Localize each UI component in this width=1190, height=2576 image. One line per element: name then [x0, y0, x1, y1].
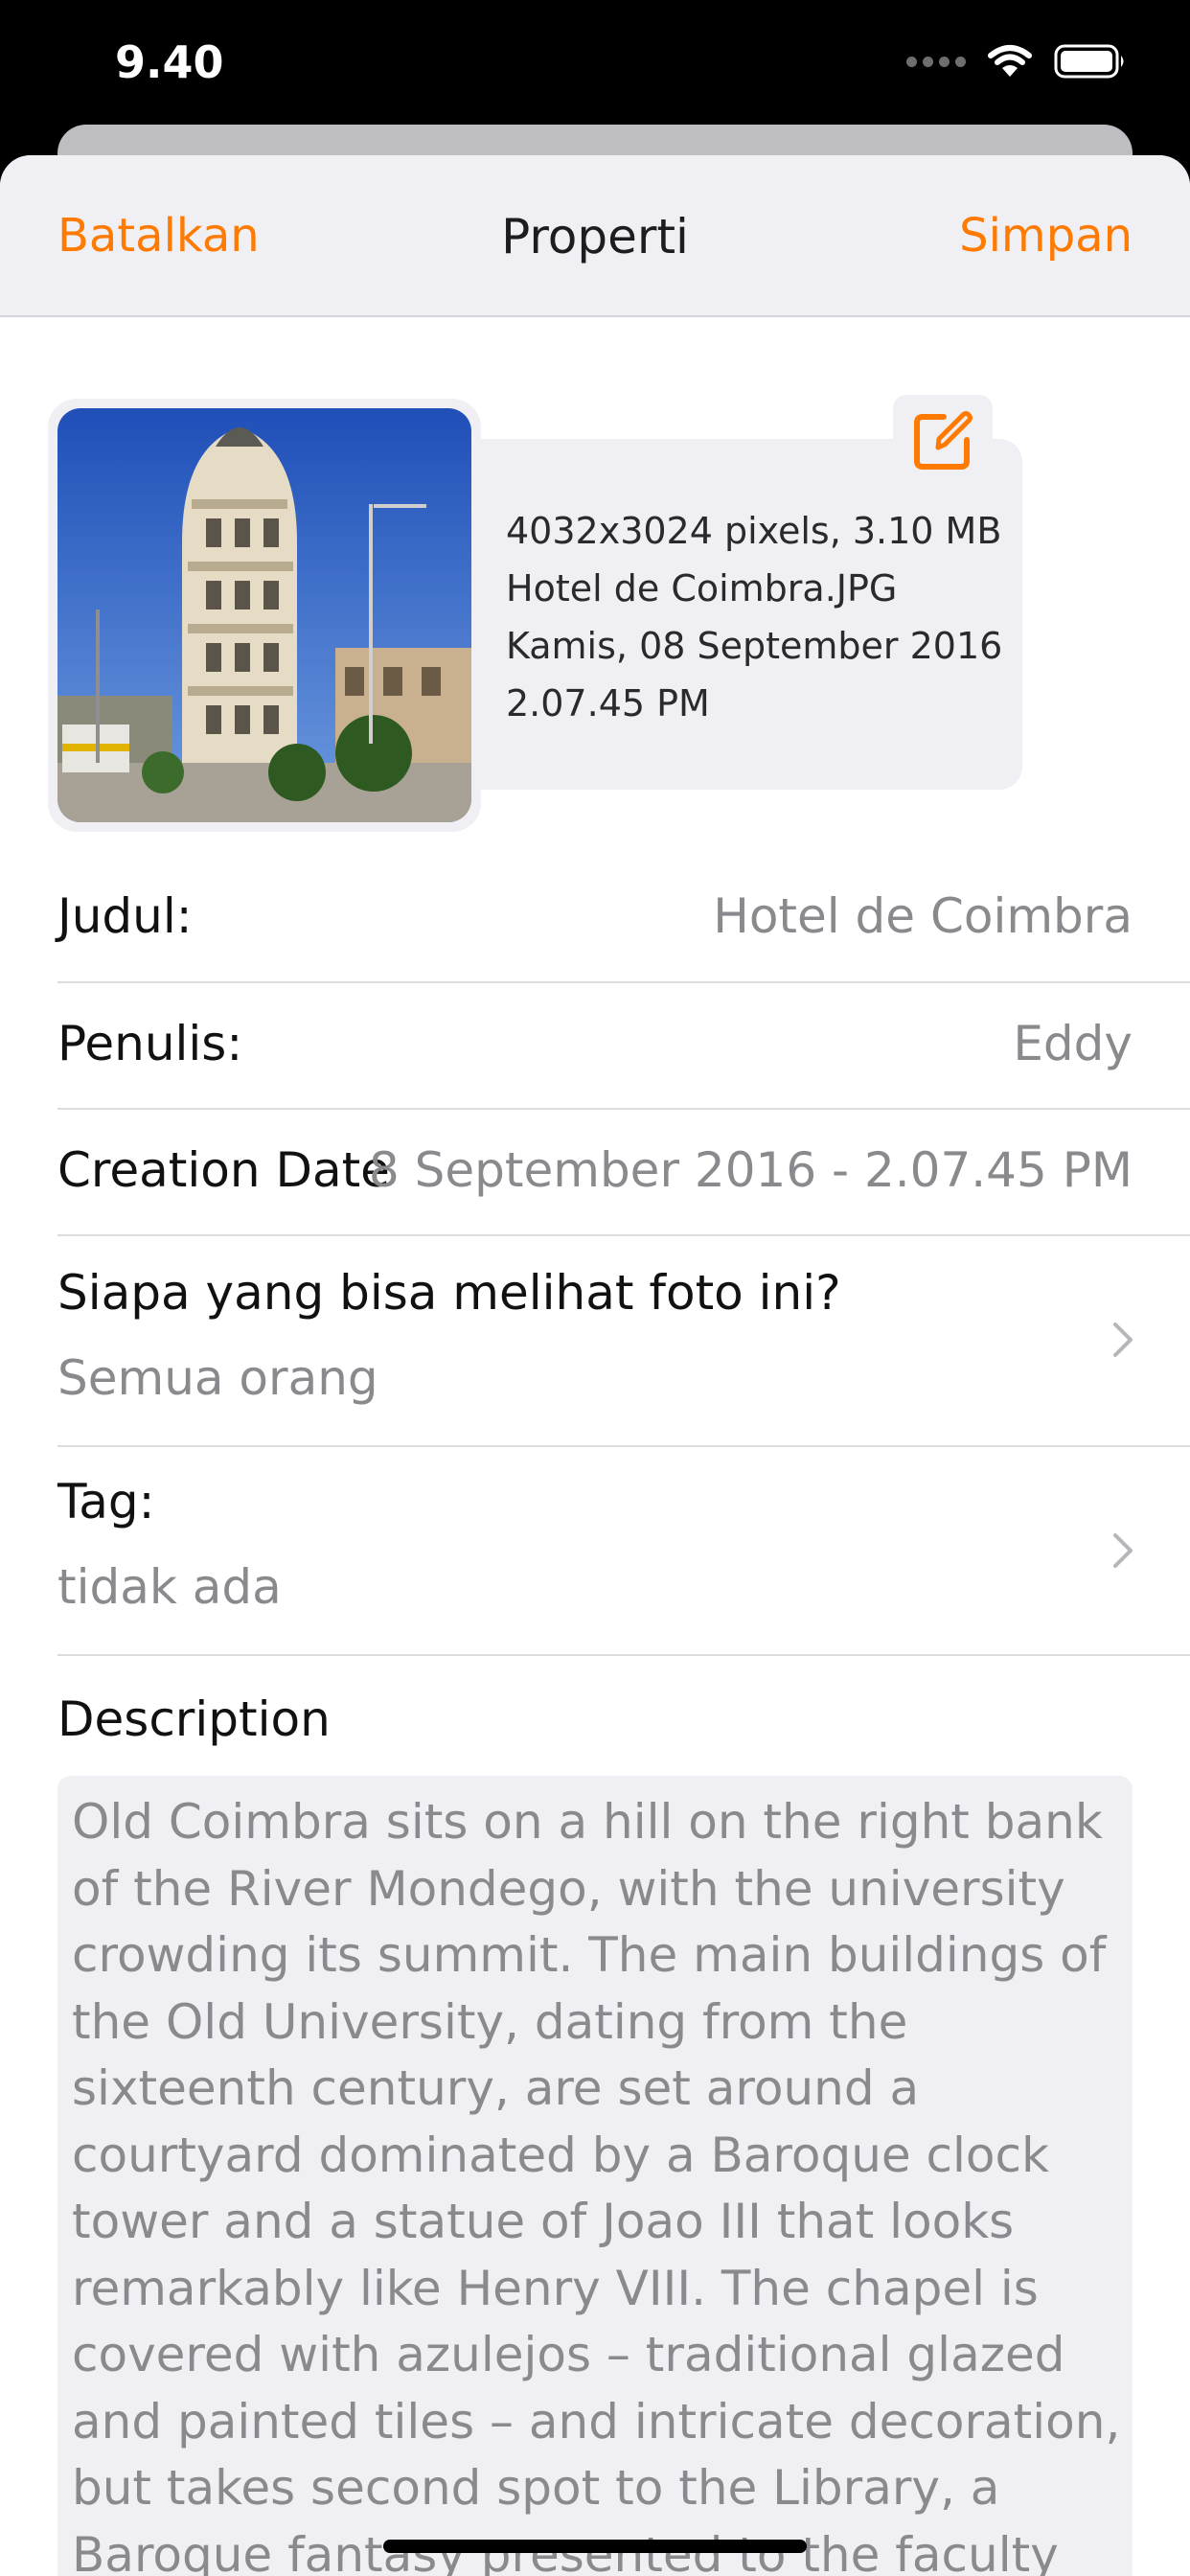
visibility-label: Siapa yang bisa melihat foto ini?: [57, 1265, 841, 1321]
photo-details: 4032x3024 pixels, 3.10 MB Hotel de Coimb…: [506, 502, 1002, 732]
photo-date: Kamis, 08 September 2016: [506, 625, 1003, 667]
description-field[interactable]: Old Coimbra sits on a hill on the right …: [57, 1776, 1133, 2576]
home-indicator: [383, 2540, 807, 2553]
wifi-icon: [988, 45, 1032, 77]
tags-row[interactable]: Tag: tidak ada: [57, 1447, 1190, 1656]
status-icons: [906, 44, 1127, 79]
chevron-right-icon: [1113, 1533, 1133, 1568]
author-value[interactable]: Eddy: [1013, 1016, 1133, 1071]
photo-thumbnail-frame: [48, 399, 481, 832]
description-text: Old Coimbra sits on a hill on the right …: [72, 1794, 1121, 2576]
author-row[interactable]: Penulis: Eddy: [57, 983, 1190, 1110]
properties-sheet: Batalkan Properti Simpan 4032x3024 pixel…: [0, 155, 1190, 2576]
save-button[interactable]: Simpan: [959, 209, 1133, 263]
photo-filename: Hotel de Coimbra.JPG: [506, 567, 898, 610]
chevron-right-icon: [1113, 1322, 1133, 1357]
navigation-bar: Batalkan Properti Simpan: [0, 155, 1190, 317]
cellular-signal-icon: [906, 56, 966, 67]
tags-label: Tag:: [57, 1474, 155, 1530]
tags-value: tidak ada: [57, 1559, 282, 1615]
creation-date-value[interactable]: 8 September 2016 - 2.07.45 PM: [369, 1142, 1133, 1198]
title-label: Judul:: [57, 888, 193, 944]
visibility-value: Semua orang: [57, 1350, 378, 1406]
visibility-row[interactable]: Siapa yang bisa melihat foto ini? Semua …: [57, 1236, 1190, 1447]
description-heading: Description: [57, 1691, 331, 1747]
title-value[interactable]: Hotel de Coimbra: [713, 888, 1133, 944]
status-bar: 9.40: [0, 0, 1190, 134]
edit-photo-button[interactable]: [893, 395, 993, 487]
photo-thumbnail[interactable]: [57, 408, 471, 822]
status-time: 9.40: [115, 36, 224, 88]
author-label: Penulis:: [57, 1016, 243, 1071]
title-row[interactable]: Judul: Hotel de Coimbra: [57, 856, 1190, 983]
creation-date-row[interactable]: Creation Date 8 September 2016 - 2.07.45…: [57, 1110, 1190, 1236]
photo-info-card: 4032x3024 pixels, 3.10 MB Hotel de Coimb…: [474, 395, 1022, 790]
photo-dimensions-size: 4032x3024 pixels, 3.10 MB: [506, 510, 1002, 552]
creation-date-label: Creation Date: [57, 1142, 390, 1198]
edit-icon: [914, 411, 973, 470]
battery-icon: [1054, 44, 1124, 79]
photo-time: 2.07.45 PM: [506, 682, 710, 724]
